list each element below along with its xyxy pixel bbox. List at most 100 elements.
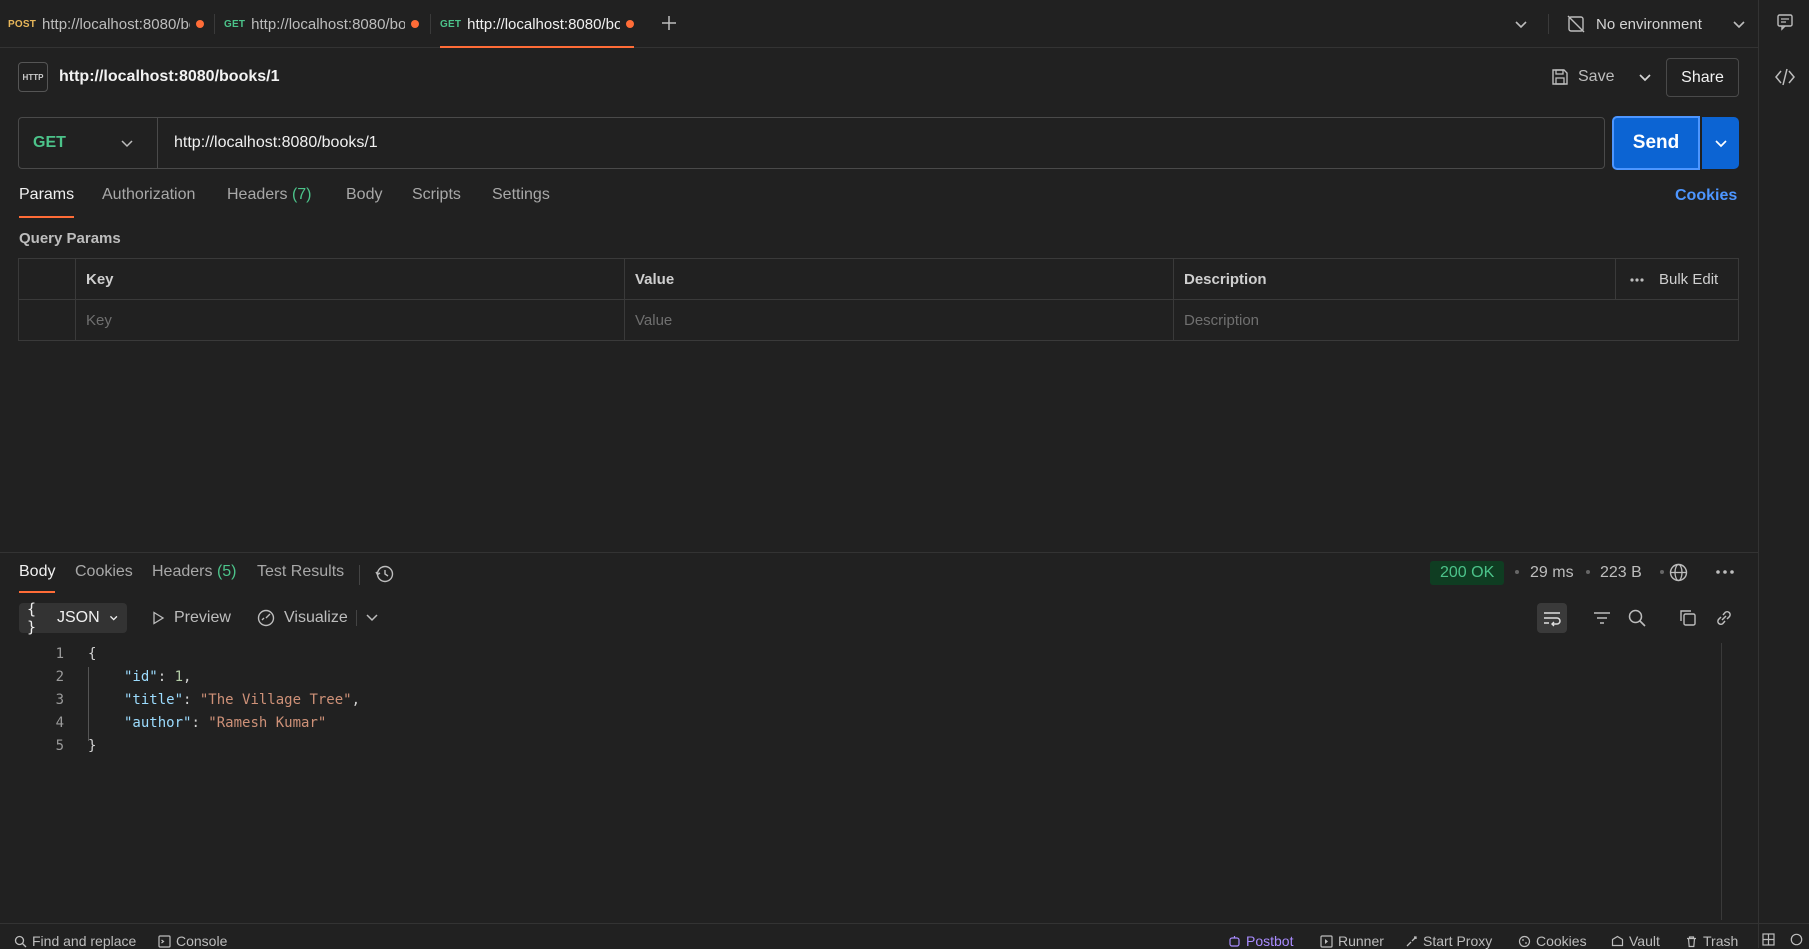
request-name[interactable]: http://localhost:8080/books/1 (59, 68, 279, 86)
code-line: 1 { (0, 642, 97, 665)
new-tab-plus-icon[interactable] (659, 13, 679, 33)
cookies-label: Cookies (1536, 933, 1587, 949)
code-line: 2 "id": 1, (0, 665, 192, 688)
json-value: "Ramesh Kumar" (208, 714, 327, 731)
console-button[interactable]: Console (158, 933, 227, 949)
code-line: 3 "title": "The Village Tree", (0, 688, 360, 711)
find-replace-button[interactable]: Find and replace (14, 933, 136, 949)
tab-settings[interactable]: Settings (492, 186, 550, 218)
runner-button[interactable]: Runner (1320, 933, 1384, 949)
visualize-icon (257, 609, 275, 627)
tab-body[interactable]: Body (346, 186, 382, 218)
chevron-down-icon (121, 140, 133, 148)
tab-scripts[interactable]: Scripts (412, 186, 461, 218)
unsaved-dot (411, 20, 420, 28)
code-snippet-icon[interactable] (1773, 66, 1797, 88)
json-key: "author" (124, 714, 192, 731)
checkbox-column-header (19, 259, 76, 300)
layout-toggle-icon[interactable] (1762, 933, 1775, 946)
indent-guide (88, 667, 89, 741)
json-entry: "title": "The Village Tree", (124, 691, 361, 708)
column-header-key: Key (76, 259, 625, 300)
response-time[interactable]: 29 ms (1530, 564, 1574, 582)
tab-divider (359, 565, 360, 585)
json-value: 1 (174, 668, 184, 685)
format-select[interactable]: { } JSON (19, 600, 127, 636)
cookies-button[interactable]: Cookies (1518, 933, 1587, 949)
column-header-value: Value (625, 259, 1174, 300)
tab-headers[interactable]: Headers (7) (227, 186, 312, 218)
line-number: 2 (55, 668, 64, 685)
postbot-label: Postbot (1246, 933, 1294, 949)
response-tab-test-results[interactable]: Test Results (257, 563, 344, 593)
response-headers-count: (5) (216, 563, 237, 580)
trash-label: Trash (1703, 933, 1739, 949)
param-value-input[interactable]: Value (625, 300, 1174, 341)
comments-icon[interactable] (1775, 12, 1795, 32)
preview-button[interactable]: Preview (150, 604, 231, 632)
tab-divider (214, 14, 215, 34)
preview-label: Preview (174, 609, 231, 626)
headers-count: (7) (291, 186, 312, 203)
wrap-lines-button[interactable] (1537, 603, 1567, 633)
method-select[interactable]: GET (19, 118, 158, 168)
chevron-down-icon (1733, 21, 1745, 29)
environment-label: No environment (1596, 15, 1702, 33)
table-actions: Bulk Edit (1629, 259, 1718, 300)
response-tab-headers[interactable]: Headers (5) (152, 563, 237, 593)
send-options-button[interactable] (1702, 117, 1739, 169)
request-tab-3[interactable]: GET http://localhost:8080/books/1 (440, 0, 634, 48)
copy-icon[interactable] (1678, 608, 1698, 628)
param-description-input[interactable]: Description (1174, 300, 1738, 341)
json-key: "title" (124, 691, 184, 708)
vault-label: Vault (1629, 933, 1660, 949)
pane-divider[interactable] (0, 552, 1758, 553)
trash-button[interactable]: Trash (1685, 933, 1738, 949)
more-options-icon[interactable] (1629, 277, 1645, 283)
bulk-edit-button[interactable]: Bulk Edit (1659, 271, 1718, 288)
status-badge[interactable]: 200 OK (1430, 561, 1505, 585)
tab-method: GET (224, 18, 246, 30)
response-tab-body[interactable]: Body (19, 563, 56, 593)
visualize-options-chevron-icon[interactable] (364, 609, 380, 625)
help-icon[interactable] (1790, 933, 1803, 946)
send-button[interactable]: Send (1612, 116, 1700, 170)
request-tab-1[interactable]: POST http://localhost:8080/books (8, 0, 206, 48)
response-size[interactable]: 223 B (1600, 564, 1642, 582)
no-environment-icon (1567, 15, 1585, 33)
json-key: "id" (124, 668, 158, 685)
tab-method: GET (440, 18, 462, 30)
postbot-button[interactable]: Postbot (1228, 933, 1293, 949)
share-button[interactable]: Share (1666, 58, 1739, 97)
response-tab-cookies[interactable]: Cookies (75, 563, 133, 593)
tab-url: http://localhost:8080/books/1 (467, 15, 620, 33)
link-icon[interactable] (1714, 608, 1734, 628)
save-label: Save (1578, 68, 1615, 85)
json-comma: , (183, 668, 192, 685)
search-icon[interactable] (1627, 608, 1647, 628)
filter-icon[interactable] (1592, 608, 1612, 628)
save-button[interactable]: Save (1550, 58, 1654, 96)
start-proxy-button[interactable]: Start Proxy (1405, 933, 1492, 949)
tab-authorization[interactable]: Authorization (102, 186, 195, 218)
globe-icon[interactable] (1668, 562, 1689, 583)
visualize-button[interactable]: Visualize (256, 604, 348, 632)
vault-button[interactable]: Vault (1611, 933, 1660, 949)
url-input[interactable] (158, 118, 1604, 168)
postbot-icon (1229, 935, 1240, 947)
save-options-chevron-icon[interactable] (1636, 68, 1654, 86)
tabs-dropdown-chevron-icon[interactable] (1512, 15, 1530, 33)
start-proxy-label: Start Proxy (1423, 933, 1493, 949)
cookies-link[interactable]: Cookies (1675, 187, 1737, 205)
tab-headers-label: Headers (227, 186, 288, 203)
environment-selector[interactable]: No environment (1566, 12, 1748, 36)
tab-params[interactable]: Params (19, 186, 75, 218)
history-icon[interactable] (374, 563, 396, 585)
request-tab-2[interactable]: GET http://localhost:8080/books (224, 0, 420, 48)
more-options-icon[interactable] (1715, 569, 1735, 575)
trash-icon (1687, 935, 1696, 947)
query-params-table: Key Value Description Bulk Edit Key Valu… (18, 258, 1739, 341)
param-key-input[interactable]: Key (76, 300, 625, 341)
vertical-scrollbar[interactable] (1721, 643, 1722, 920)
tab-divider (430, 14, 431, 34)
